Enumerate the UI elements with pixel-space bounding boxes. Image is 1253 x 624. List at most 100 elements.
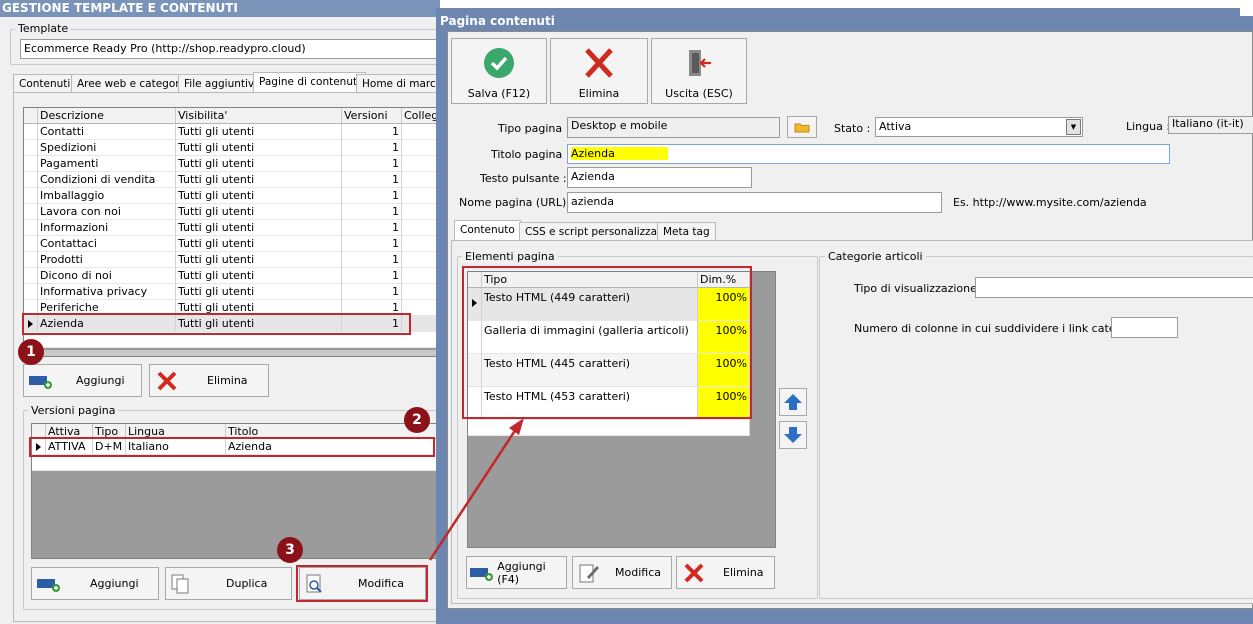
page-versioni[interactable]: 1 bbox=[342, 204, 402, 220]
table-row-blank[interactable] bbox=[32, 455, 441, 471]
move-down-button[interactable] bbox=[779, 421, 807, 449]
tab-aree-web[interactable]: Aree web e categorie bbox=[71, 74, 195, 92]
page-descrizione[interactable]: Imballaggio bbox=[38, 188, 176, 204]
visualization-label: Tipo di visualizzazione : bbox=[854, 282, 985, 295]
table-row-indicator[interactable] bbox=[24, 252, 38, 268]
table-row-indicator[interactable] bbox=[24, 284, 38, 300]
page-versioni[interactable]: 1 bbox=[342, 236, 402, 252]
lingua-field: Italiano (it-it) bbox=[1168, 116, 1253, 134]
page-descrizione[interactable]: Contatti bbox=[38, 124, 176, 140]
page-visibilita[interactable]: Tutti gli utenti bbox=[176, 236, 342, 252]
page-versioni[interactable]: 1 bbox=[342, 124, 402, 140]
titolo-label: Titolo pagina : bbox=[491, 148, 570, 161]
table-row-indicator[interactable] bbox=[24, 140, 38, 156]
tab-meta-tag[interactable]: Meta tag bbox=[657, 222, 716, 240]
page-versioni[interactable]: 1 bbox=[342, 140, 402, 156]
table-row-indicator[interactable] bbox=[24, 188, 38, 204]
page-descrizione[interactable]: Lavora con noi bbox=[38, 204, 176, 220]
tipo-pagina-field: Desktop e mobile bbox=[567, 117, 780, 138]
columns-field[interactable] bbox=[1111, 317, 1178, 338]
page-visibilita[interactable]: Tutti gli utenti bbox=[176, 220, 342, 236]
page-visibilita[interactable]: Tutti gli utenti bbox=[176, 140, 342, 156]
versions-label: Versioni pagina bbox=[28, 404, 119, 417]
duplicate-icon bbox=[171, 574, 189, 593]
template-field[interactable]: Ecommerce Ready Pro (http://shop.readypr… bbox=[20, 39, 440, 59]
page-descrizione[interactable]: Contattaci bbox=[38, 236, 176, 252]
tab-home-marca[interactable]: Home di marca bbox=[356, 74, 449, 92]
duplicate-version-button[interactable]: Duplica bbox=[165, 567, 292, 600]
table-row-indicator[interactable] bbox=[24, 204, 38, 220]
col-versioni[interactable]: Versioni bbox=[342, 108, 402, 124]
delete-page-button[interactable]: Elimina bbox=[149, 364, 269, 397]
pages-grid-scrollbar[interactable] bbox=[24, 350, 441, 356]
tab-pagine-contenuti[interactable]: Pagine di contenuti bbox=[253, 72, 367, 92]
main-window: GESTIONE TEMPLATE E CONTENUTI Template E… bbox=[0, 0, 449, 624]
col-visibilita[interactable]: Visibilita' bbox=[176, 108, 342, 124]
dialog-delete-label: Elimina bbox=[578, 87, 620, 100]
testo-pulsante-label: Testo pulsante : bbox=[480, 172, 567, 185]
categories-label: Categorie articoli bbox=[825, 250, 926, 263]
page-visibilita[interactable]: Tutti gli utenti bbox=[176, 156, 342, 172]
modify-element-button[interactable]: Modifica bbox=[572, 556, 672, 589]
dialog-delete-button[interactable]: Elimina bbox=[550, 38, 648, 104]
annotation-arrow bbox=[428, 418, 524, 561]
add-page-label: Aggiungi bbox=[76, 374, 125, 387]
tab-contenuto[interactable]: Contenuto bbox=[454, 220, 521, 240]
page-descrizione[interactable]: Condizioni di vendita bbox=[38, 172, 176, 188]
page-versioni[interactable]: 1 bbox=[342, 172, 402, 188]
folder-button[interactable] bbox=[787, 116, 817, 138]
table-row-indicator[interactable] bbox=[24, 124, 38, 140]
save-button[interactable]: Salva (F12) bbox=[451, 38, 547, 104]
page-descrizione[interactable]: Pagamenti bbox=[38, 156, 176, 172]
delete-page-label: Elimina bbox=[207, 374, 248, 387]
page-versioni[interactable]: 1 bbox=[342, 252, 402, 268]
page-descrizione[interactable]: Informazioni bbox=[38, 220, 176, 236]
page-visibilita[interactable]: Tutti gli utenti bbox=[176, 188, 342, 204]
add-page-button[interactable]: Aggiungi bbox=[23, 364, 142, 397]
testo-pulsante-field[interactable]: Azienda bbox=[567, 167, 752, 188]
elements-label: Elementi pagina bbox=[462, 250, 558, 263]
page-versioni[interactable]: 1 bbox=[342, 188, 402, 204]
categories-group bbox=[819, 256, 1253, 599]
visualization-field[interactable] bbox=[975, 277, 1253, 298]
titolo-field[interactable]: Azienda bbox=[567, 144, 1170, 164]
table-row-indicator[interactable] bbox=[24, 156, 38, 172]
delete-icon bbox=[157, 371, 177, 390]
nome-pagina-field[interactable]: azienda bbox=[567, 192, 942, 213]
page-descrizione[interactable]: Spedizioni bbox=[38, 140, 176, 156]
duplicate-version-label: Duplica bbox=[226, 577, 268, 590]
highlight-elements-grid bbox=[462, 266, 752, 419]
tab-file-aggiuntivi[interactable]: File aggiuntivi bbox=[178, 74, 264, 92]
delete-element-button[interactable]: Elimina bbox=[676, 556, 775, 589]
exit-button[interactable]: Uscita (ESC) bbox=[651, 38, 747, 104]
page-versioni[interactable]: 1 bbox=[342, 156, 402, 172]
exit-label: Uscita (ESC) bbox=[665, 87, 733, 100]
page-versioni[interactable]: 1 bbox=[342, 220, 402, 236]
dialog-close-icon[interactable] bbox=[1240, 8, 1253, 16]
table-row-indicator[interactable] bbox=[24, 220, 38, 236]
tab-css-script[interactable]: CSS e script personalizzati bbox=[519, 222, 671, 240]
stato-select[interactable]: Attiva ▼ bbox=[875, 117, 1083, 137]
page-visibilita[interactable]: Tutti gli utenti bbox=[176, 284, 342, 300]
table-row-indicator[interactable] bbox=[24, 236, 38, 252]
page-visibilita[interactable]: Tutti gli utenti bbox=[176, 252, 342, 268]
page-visibilita[interactable]: Tutti gli utenti bbox=[176, 204, 342, 220]
page-visibilita[interactable]: Tutti gli utenti bbox=[176, 124, 342, 140]
page-descrizione[interactable]: Informativa privacy bbox=[38, 284, 176, 300]
delete-icon bbox=[684, 563, 704, 582]
page-descrizione[interactable]: Dicono di noi bbox=[38, 268, 176, 284]
main-title: GESTIONE TEMPLATE E CONTENUTI bbox=[0, 0, 440, 17]
page-visibilita[interactable]: Tutti gli utenti bbox=[176, 268, 342, 284]
arrow-down-icon bbox=[784, 427, 802, 443]
tab-contenuti[interactable]: Contenuti bbox=[13, 74, 77, 92]
page-versioni[interactable]: 1 bbox=[342, 268, 402, 284]
annotation-badge-3: 3 bbox=[277, 537, 303, 563]
table-row-indicator[interactable] bbox=[24, 172, 38, 188]
move-up-button[interactable] bbox=[779, 388, 807, 416]
add-version-button[interactable]: Aggiungi bbox=[31, 567, 159, 600]
table-row-indicator[interactable] bbox=[24, 268, 38, 284]
page-descrizione[interactable]: Prodotti bbox=[38, 252, 176, 268]
col-descrizione[interactable]: Descrizione bbox=[38, 108, 176, 124]
page-visibilita[interactable]: Tutti gli utenti bbox=[176, 172, 342, 188]
page-versioni[interactable]: 1 bbox=[342, 284, 402, 300]
